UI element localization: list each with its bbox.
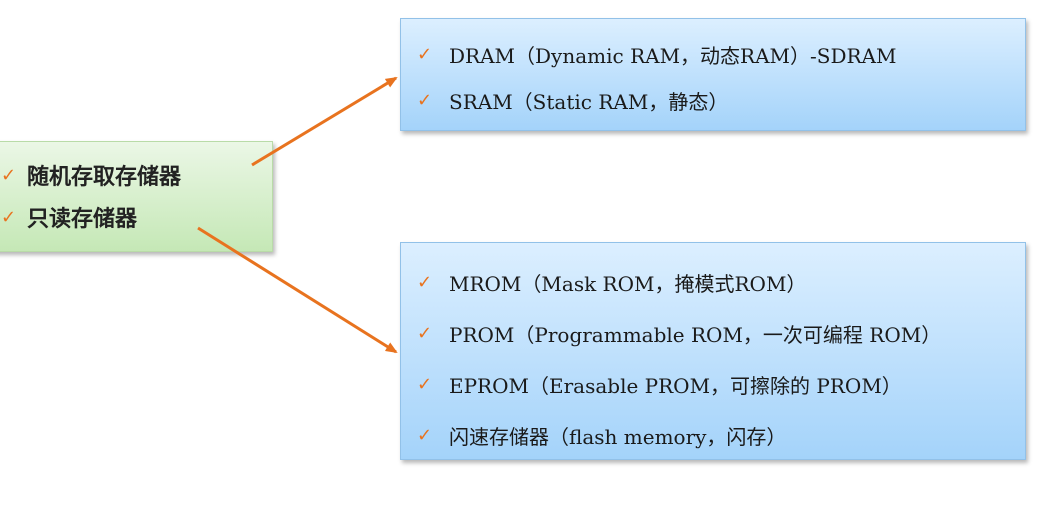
- connector-arrows: [197, 76, 398, 354]
- arrow-to-rom-types: [197, 226, 398, 354]
- arrow-to-ram-types: [251, 76, 398, 167]
